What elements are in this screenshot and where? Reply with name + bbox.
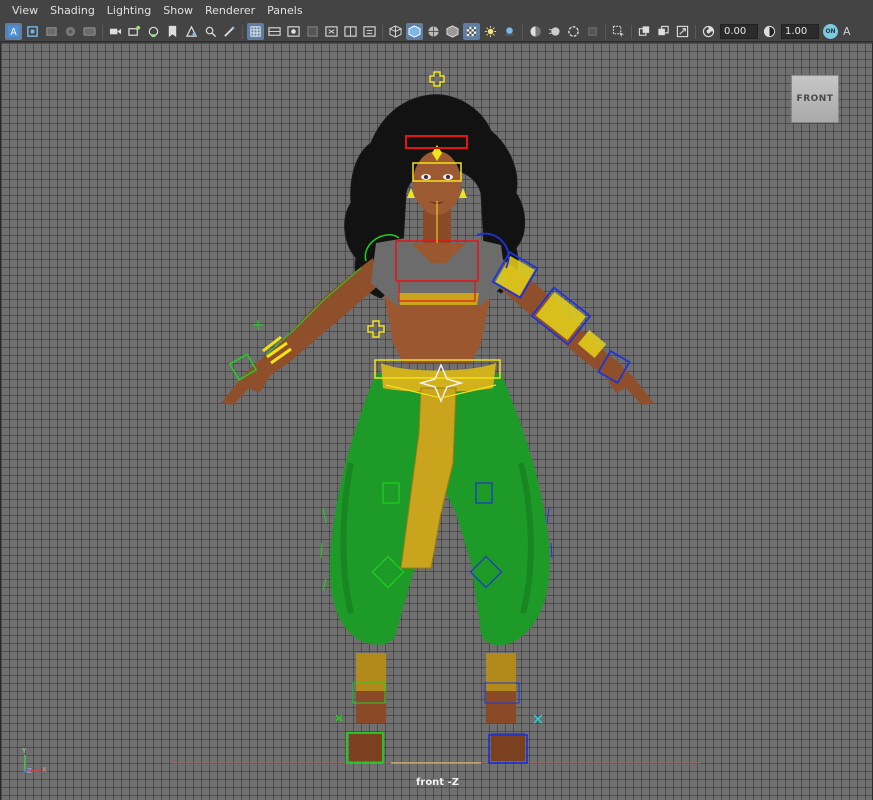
svg-text:A: A xyxy=(10,27,17,38)
gamma-field[interactable] xyxy=(781,24,819,39)
pan-zoom-icon[interactable] xyxy=(202,23,219,40)
view-cube[interactable]: FRONT xyxy=(791,75,839,123)
left-anklet xyxy=(356,653,386,691)
exposure-field[interactable] xyxy=(720,24,758,39)
xray-components-icon[interactable] xyxy=(674,23,691,40)
viewport-menu-bar: View Shading Lighting Show Renderer Pane… xyxy=(0,0,873,22)
menu-lighting[interactable]: Lighting xyxy=(101,0,157,22)
toolbar-overflow-label[interactable]: A xyxy=(843,25,851,38)
left-toe-control xyxy=(335,714,343,722)
toolbar-separator xyxy=(102,24,103,39)
menu-renderer[interactable]: Renderer xyxy=(199,0,261,22)
axis-x-label: X xyxy=(42,766,47,774)
panel-toolbar: A ON A xyxy=(0,22,873,42)
toolbar-separator xyxy=(242,24,243,39)
depth-of-field-icon[interactable] xyxy=(584,23,601,40)
toolbar-separator xyxy=(605,24,606,39)
axis-gizmo: Y X Z xyxy=(19,747,49,777)
image-plane-icon-2[interactable] xyxy=(183,23,200,40)
two-d-pan-icon[interactable] xyxy=(81,23,98,40)
exposure-icon[interactable] xyxy=(700,23,717,40)
axis-z-label: Z xyxy=(27,767,32,775)
grease-pencil-icon[interactable] xyxy=(221,23,238,40)
camera-attributes-icon-2[interactable] xyxy=(126,23,143,40)
color-management-toggle[interactable]: ON xyxy=(823,24,838,39)
field-chart-icon[interactable] xyxy=(323,23,340,40)
anti-aliasing-icon[interactable] xyxy=(565,23,582,40)
select-camera-icon[interactable]: A xyxy=(5,23,22,40)
use-lights-icon[interactable] xyxy=(482,23,499,40)
gamma-icon[interactable] xyxy=(761,23,778,40)
camera-attributes-icon[interactable] xyxy=(24,23,41,40)
character-left-iris xyxy=(424,175,428,179)
xray-joints-icon[interactable] xyxy=(655,23,672,40)
menu-panels[interactable]: Panels xyxy=(261,0,308,22)
image-plane-icon[interactable] xyxy=(62,23,79,40)
ambient-occlusion-icon[interactable] xyxy=(527,23,544,40)
menu-view[interactable]: View xyxy=(6,0,44,22)
left-foot xyxy=(349,733,383,761)
isolate-select-icon[interactable] xyxy=(610,23,627,40)
toolbar-separator xyxy=(631,24,632,39)
camera-name-label: front -Z xyxy=(416,777,459,788)
safe-action-icon[interactable] xyxy=(342,23,359,40)
camera-lock-icon[interactable] xyxy=(145,23,162,40)
menu-shading[interactable]: Shading xyxy=(44,0,101,22)
toolbar-separator xyxy=(382,24,383,39)
cog-control xyxy=(367,320,385,338)
front-viewport[interactable]: FRONT Y X Z front -Z xyxy=(0,43,873,800)
bookmark-icon[interactable] xyxy=(43,23,60,40)
bookmark-icon-2[interactable] xyxy=(164,23,181,40)
character-left-arm xyxy=(221,258,379,405)
shadows-icon[interactable] xyxy=(501,23,518,40)
wireframe-on-shaded-icon[interactable] xyxy=(425,23,442,40)
toolbar-separator xyxy=(695,24,696,39)
left-finger-control xyxy=(253,320,263,330)
smooth-shade-icon[interactable] xyxy=(406,23,423,40)
resolution-gate-icon[interactable] xyxy=(285,23,302,40)
xray-icon[interactable] xyxy=(636,23,653,40)
right-anklet xyxy=(486,653,516,691)
textured-icon[interactable] xyxy=(463,23,480,40)
default-material-icon[interactable] xyxy=(444,23,461,40)
left-pant-curve xyxy=(320,507,327,592)
safe-title-icon[interactable] xyxy=(361,23,378,40)
video-camera-icon[interactable] xyxy=(107,23,124,40)
gate-mask-icon[interactable] xyxy=(304,23,321,40)
character-scene xyxy=(171,71,701,764)
toolbar-separator xyxy=(522,24,523,39)
character-top-band xyxy=(398,293,479,305)
motion-blur-icon[interactable] xyxy=(546,23,563,40)
film-gate-icon[interactable] xyxy=(266,23,283,40)
menu-show[interactable]: Show xyxy=(157,0,199,22)
wireframe-icon[interactable] xyxy=(387,23,404,40)
right-foot xyxy=(491,733,525,761)
right-toe-control xyxy=(533,714,543,724)
grid-icon[interactable] xyxy=(247,23,264,40)
character-right-iris xyxy=(446,175,450,179)
world-control xyxy=(429,71,445,87)
axis-y-label: Y xyxy=(22,747,27,755)
